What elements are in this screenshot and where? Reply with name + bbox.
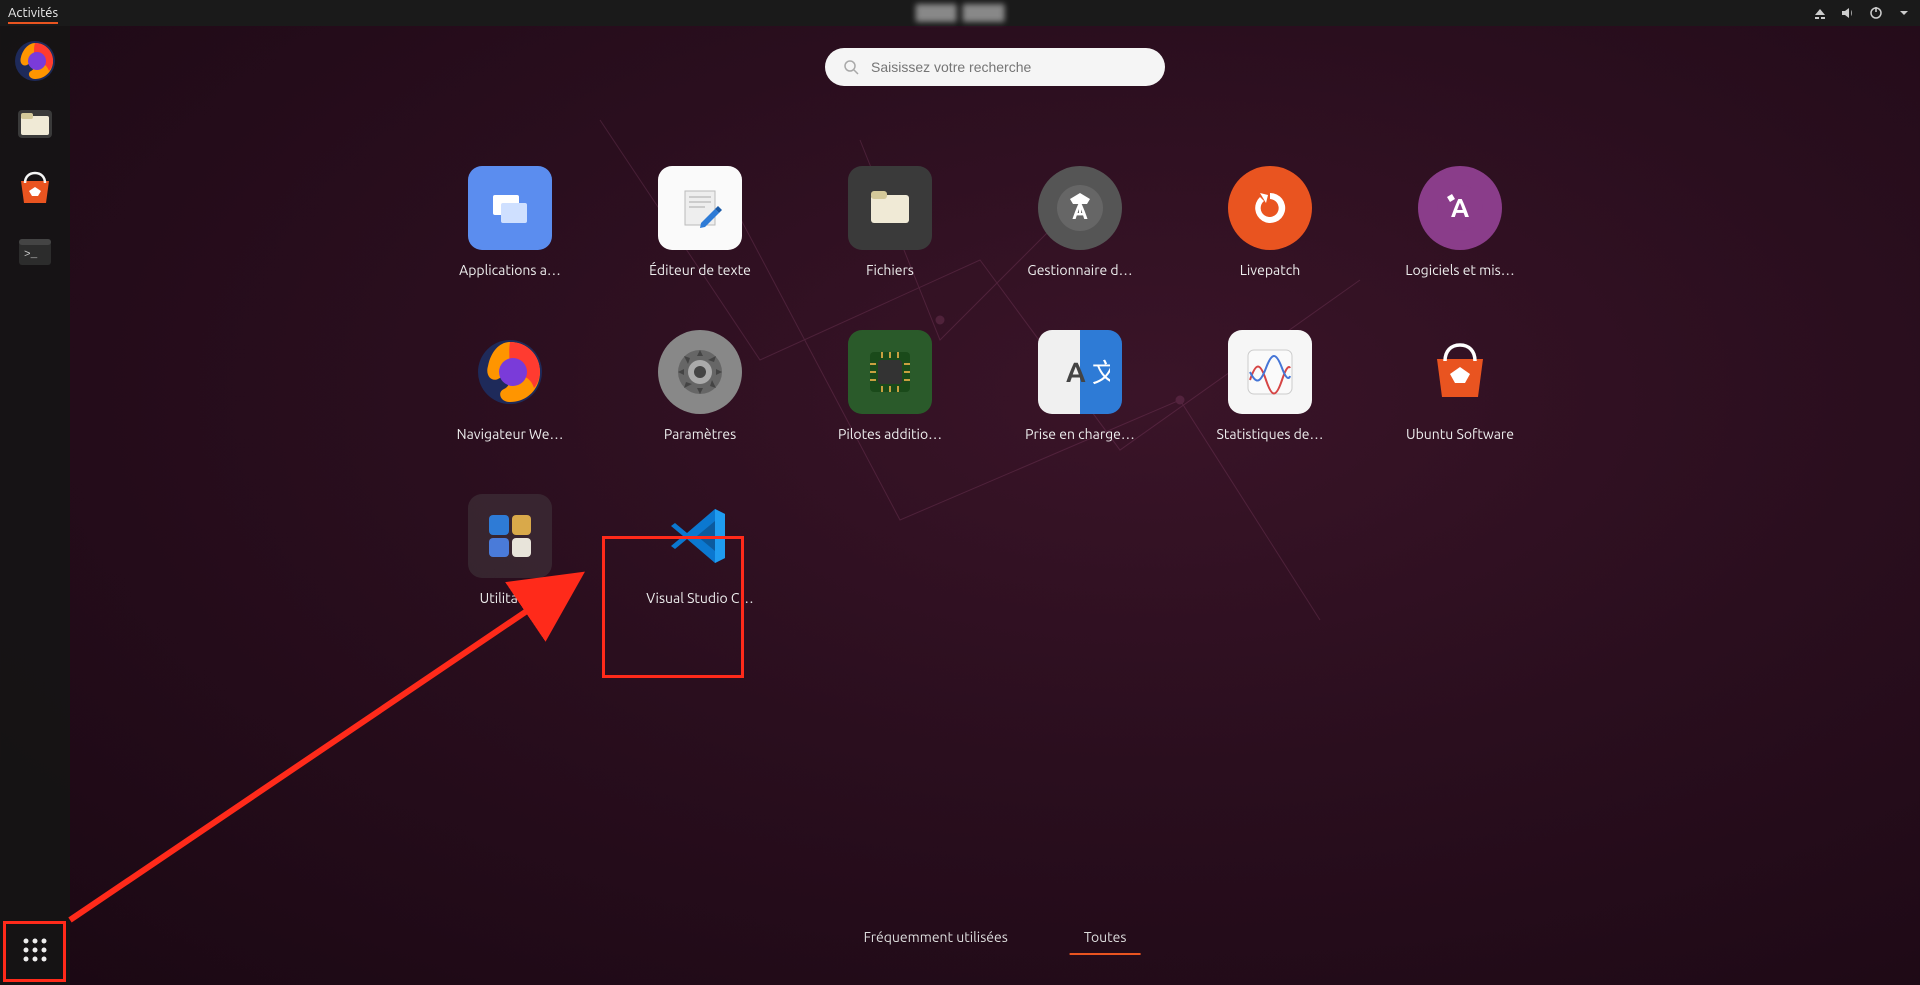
time-blurred: xx (916, 4, 957, 22)
settings-icon (658, 330, 742, 414)
volume-icon[interactable] (1840, 5, 1856, 21)
activities-button[interactable]: Activités (8, 2, 58, 24)
app-prise-en-charge-langues[interactable]: A文 Prise en charge… (985, 330, 1175, 442)
dock-item-terminal[interactable]: >_ (10, 228, 60, 278)
dock-item-firefox[interactable] (10, 36, 60, 86)
text-editor-icon (658, 166, 742, 250)
app-grid: Applications a… Éditeur de texte Fichier… (415, 166, 1555, 606)
app-utilitaires[interactable]: Utilitaires (415, 494, 605, 606)
network-icon[interactable] (1812, 5, 1828, 21)
app-label: Pilotes additio… (838, 426, 942, 442)
show-apps-button[interactable] (6, 921, 64, 979)
app-label: Logiciels et mis… (1405, 262, 1514, 278)
clock-area[interactable]: xx xx (916, 4, 1005, 22)
chevron-down-icon[interactable] (1896, 5, 1912, 21)
svg-text:>_: >_ (24, 249, 38, 261)
app-gestionnaire-de-mises-a-jour[interactable]: A Gestionnaire d… (985, 166, 1175, 278)
firefox-icon (468, 330, 552, 414)
tab-all[interactable]: Toutes (1070, 921, 1141, 955)
svg-text:文: 文 (1092, 358, 1110, 387)
files-icon (848, 166, 932, 250)
app-pilotes-additionnels[interactable]: Pilotes additio… (795, 330, 985, 442)
time-blurred: xx (963, 4, 1004, 22)
app-label: Ubuntu Software (1406, 426, 1514, 442)
language-icon: A文 (1038, 330, 1122, 414)
dock-item-ubuntu-software[interactable] (10, 164, 60, 214)
app-label: Éditeur de texte (649, 262, 751, 278)
app-parametres[interactable]: Paramètres (605, 330, 795, 442)
app-label: Prise en charge… (1025, 426, 1135, 442)
app-visual-studio-code[interactable]: Visual Studio C… (605, 494, 795, 606)
update-manager-icon: A (1038, 166, 1122, 250)
livepatch-icon (1228, 166, 1312, 250)
svg-text:A: A (1072, 199, 1088, 224)
app-applications-additionnelles[interactable]: Applications a… (415, 166, 605, 278)
power-icon[interactable] (1868, 5, 1884, 21)
app-label: Paramètres (664, 426, 736, 442)
app-navigateur-web[interactable]: Navigateur We… (415, 330, 605, 442)
vscode-icon (658, 494, 742, 578)
ubuntu-software-icon (1418, 330, 1502, 414)
top-panel: Activités xx xx (0, 0, 1920, 26)
app-label: Fichiers (866, 262, 914, 278)
apps-extra-icon (468, 166, 552, 250)
search-bar[interactable] (825, 48, 1165, 86)
search-input[interactable] (871, 59, 1147, 75)
dock: >_ (0, 26, 70, 985)
app-label: Applications a… (459, 262, 561, 278)
app-label: Livepatch (1240, 262, 1300, 278)
power-stats-icon (1228, 330, 1312, 414)
app-label: Utilitaires (480, 590, 541, 606)
app-ubuntu-software[interactable]: Ubuntu Software (1365, 330, 1555, 442)
dock-item-files[interactable] (10, 100, 60, 150)
search-icon (843, 59, 859, 75)
app-view-tabs: Fréquemment utilisées Toutes (850, 921, 1141, 955)
app-livepatch[interactable]: Livepatch (1175, 166, 1365, 278)
tab-frequent[interactable]: Fréquemment utilisées (850, 921, 1022, 955)
drivers-icon (848, 330, 932, 414)
app-logiciels-et-mises-a-jour[interactable]: A Logiciels et mis… (1365, 166, 1555, 278)
app-statistiques-de-puissance[interactable]: Statistiques de… (1175, 330, 1365, 442)
app-label: Gestionnaire d… (1027, 262, 1132, 278)
app-fichiers[interactable]: Fichiers (795, 166, 985, 278)
app-label: Navigateur We… (457, 426, 564, 442)
app-label: Visual Studio C… (646, 590, 754, 606)
app-editeur-de-texte[interactable]: Éditeur de texte (605, 166, 795, 278)
utilities-folder-icon (468, 494, 552, 578)
activities-overview: Applications a… Éditeur de texte Fichier… (70, 26, 1920, 985)
svg-text:A: A (1066, 357, 1086, 388)
app-label: Statistiques de… (1217, 426, 1324, 442)
software-updates-icon: A (1418, 166, 1502, 250)
